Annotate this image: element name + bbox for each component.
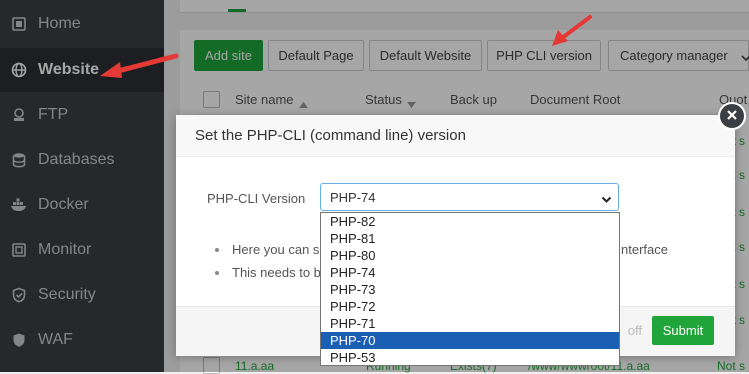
tip-text-2: This needs to b	[232, 265, 321, 280]
option-php-71[interactable]: PHP-71	[321, 315, 619, 332]
option-php-80[interactable]: PHP-80	[321, 247, 619, 264]
php-cli-version-label: PHP-CLI Version	[207, 191, 306, 206]
chevron-down-icon	[601, 192, 612, 207]
submit-button[interactable]: Submit	[652, 316, 714, 345]
option-php-81[interactable]: PHP-81	[321, 230, 619, 247]
bullet-icon	[215, 271, 219, 275]
option-php-53[interactable]: PHP-53	[321, 349, 619, 366]
bullet-icon	[215, 248, 219, 252]
option-php-82[interactable]: PHP-82	[321, 213, 619, 230]
option-php-72[interactable]: PHP-72	[321, 298, 619, 315]
annotation-arrow-icon	[100, 53, 179, 78]
annotation-arrow-icon	[552, 15, 592, 46]
tip-text-1: Here you can se	[232, 242, 327, 257]
option-php-74[interactable]: PHP-74	[321, 264, 619, 281]
tip-text-1-end: nterface	[621, 242, 668, 257]
php-version-dropdown: PHP-82 PHP-81 PHP-80 PHP-74 PHP-73 PHP-7…	[320, 212, 620, 366]
php-cli-version-select[interactable]: PHP-74	[320, 183, 619, 211]
modal-close-button[interactable]	[718, 102, 746, 130]
close-icon	[726, 109, 738, 124]
modal-title: Set the PHP-CLI (command line) version	[195, 127, 466, 144]
selected-version: PHP-74	[330, 189, 376, 205]
option-php-70[interactable]: PHP-70	[321, 332, 619, 349]
modal-header: Set the PHP-CLI (command line) version	[176, 115, 735, 157]
option-php-73[interactable]: PHP-73	[321, 281, 619, 298]
